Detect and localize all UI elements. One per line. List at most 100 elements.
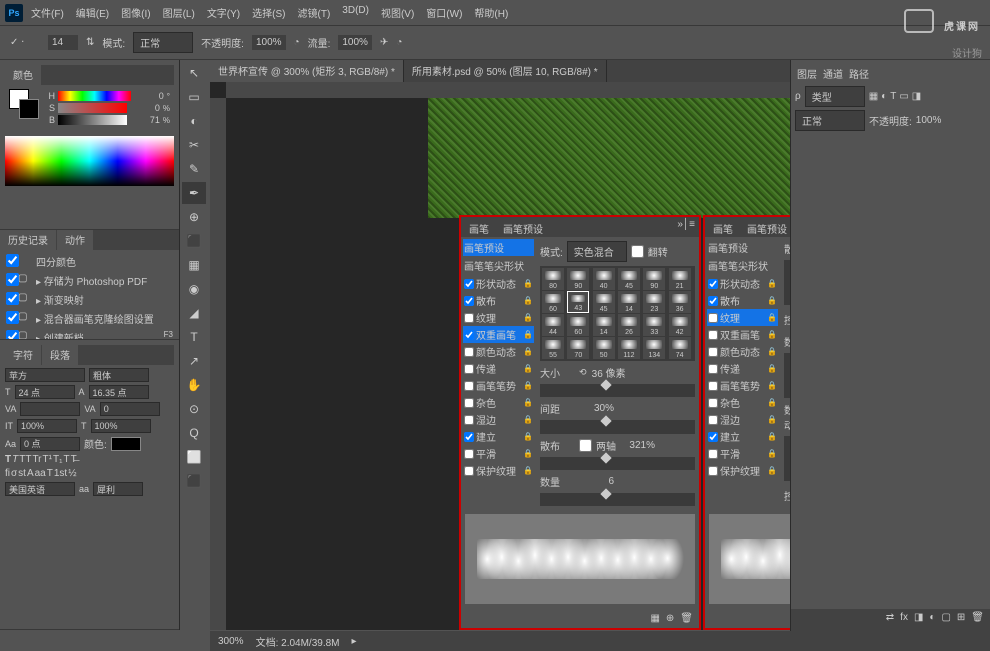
brush-size[interactable]: 14 <box>48 35 78 50</box>
tab-actions[interactable]: 动作 <box>57 230 93 250</box>
brush-tip-row[interactable]: 画笔笔尖形状 <box>463 257 534 274</box>
hue-slider[interactable] <box>58 91 131 101</box>
bri-slider[interactable] <box>58 115 127 125</box>
tool-5[interactable]: ✒ <box>182 182 206 204</box>
doc-tab-1[interactable]: 世界杯宣传 @ 300% (矩形 3, RGB/8#) * <box>210 60 404 82</box>
brush-opt-纹理[interactable]: 纹理🔒 <box>463 309 534 326</box>
brush-thumb[interactable]: 14 <box>593 314 615 336</box>
h-scale[interactable] <box>91 419 151 433</box>
brush-thumb[interactable]: 80 <box>542 268 564 290</box>
v-scale[interactable] <box>17 419 77 433</box>
brush-thumb[interactable]: 50 <box>593 337 615 359</box>
size-slider[interactable] <box>540 384 695 397</box>
bold-button[interactable]: T <box>5 454 11 465</box>
text-color[interactable] <box>111 437 141 451</box>
brush-thumb[interactable]: 60 <box>542 291 564 313</box>
font-size[interactable] <box>15 385 75 399</box>
tool-6[interactable]: ⊕ <box>182 206 206 228</box>
brush-thumb[interactable]: 134 <box>643 337 665 359</box>
tracking[interactable] <box>100 402 160 416</box>
brush-opt-双重画笔[interactable]: 双重画笔🔒 <box>463 326 534 343</box>
tab-layers[interactable]: 图层 <box>797 66 817 81</box>
brush-thumb[interactable]: 42 <box>669 314 691 336</box>
tool-13[interactable]: ✋ <box>182 374 206 396</box>
smallcaps-button[interactable]: Tr <box>32 454 41 465</box>
tool-17[interactable]: ⬛ <box>182 470 206 492</box>
leading[interactable] <box>89 385 149 399</box>
trash-icon[interactable]: 🗑 <box>680 613 693 624</box>
menu-选择(S)[interactable]: 选择(S) <box>246 2 291 23</box>
history-item[interactable]: ▢▸ 渐变映射 <box>2 290 177 309</box>
tab-character[interactable]: 字符 <box>5 345 41 365</box>
history-item[interactable]: ▢▸ 混合器画笔克隆绘图设置 <box>2 309 177 328</box>
tool-11[interactable]: T <box>182 326 206 348</box>
tool-3[interactable]: ✂ <box>182 134 206 156</box>
brush-swap-icon[interactable]: ⇅ <box>86 37 94 48</box>
brush-opt-平滑[interactable]: 平滑🔒 <box>463 445 534 462</box>
brush-thumb[interactable]: 21 <box>669 268 691 290</box>
history-item[interactable]: ▢▸ 创建新档F3 <box>2 328 177 340</box>
brush-thumb[interactable]: 90 <box>643 268 665 290</box>
italic-button[interactable]: T <box>12 454 18 465</box>
tool-1[interactable]: ▭ <box>182 86 206 108</box>
super-button[interactable]: T¹ <box>43 454 52 465</box>
link-icon[interactable]: ⇄ <box>886 612 894 628</box>
spacing-slider[interactable] <box>540 420 695 433</box>
brush-thumb[interactable]: 45 <box>593 291 615 313</box>
mask-icon[interactable]: ◨ <box>914 612 923 628</box>
baseline[interactable] <box>20 437 80 451</box>
brush-thumb[interactable]: 36 <box>669 291 691 313</box>
brush-opt-颜色动态[interactable]: 颜色动态🔒 <box>707 343 778 360</box>
tool-8[interactable]: ▦ <box>182 254 206 276</box>
flip-checkbox[interactable] <box>631 245 644 258</box>
underline-button[interactable]: T <box>63 454 69 465</box>
brush-opt-形状动态[interactable]: 形状动态🔒 <box>463 275 534 292</box>
brush-thumb[interactable]: 14 <box>618 291 640 313</box>
scatter-slider[interactable] <box>540 457 695 470</box>
fx-icon[interactable]: fx <box>900 612 908 628</box>
font-weight[interactable] <box>89 368 149 382</box>
strike-button[interactable]: T̶ <box>71 454 77 465</box>
tool-7[interactable]: ⬛ <box>182 230 206 252</box>
menu-滤镜(T)[interactable]: 滤镜(T) <box>292 2 337 23</box>
brush-thumb[interactable]: 33 <box>643 314 665 336</box>
fg-bg-swatch[interactable] <box>9 89 39 119</box>
brush-opt-散布[interactable]: 散布🔒 <box>463 292 534 309</box>
opacity-value[interactable]: 100% <box>252 35 286 50</box>
font-family[interactable] <box>5 368 85 382</box>
brush-thumb[interactable]: 70 <box>567 337 589 359</box>
tab-history[interactable]: 历史记录 <box>0 230 56 250</box>
fill-icon[interactable]: ◐ <box>929 612 935 628</box>
brush-opt-建立[interactable]: 建立🔒 <box>463 428 534 445</box>
brush-thumb[interactable]: 90 <box>567 268 589 290</box>
tab-color[interactable]: 颜色 <box>5 65 41 85</box>
tab-brush[interactable]: 画笔 <box>465 219 493 235</box>
brush-opt-传递[interactable]: 传递🔒 <box>707 360 778 377</box>
kerning[interactable] <box>20 402 80 416</box>
brush-thumb[interactable]: 45 <box>618 268 640 290</box>
brush-opt-杂色[interactable]: 杂色🔒 <box>707 394 778 411</box>
brush-thumb[interactable]: 112 <box>618 337 640 359</box>
brush-thumb[interactable]: 43 <box>567 291 589 313</box>
tab-paths[interactable]: 路径 <box>849 66 869 81</box>
tab-channels[interactable]: 通道 <box>823 66 843 81</box>
antialiasing[interactable] <box>93 482 143 496</box>
blend-mode[interactable]: 正常 <box>795 110 865 131</box>
history-item[interactable]: ▢▸ 存储为 Photoshop PDF <box>2 271 177 290</box>
mode-dropdown[interactable]: 正常 <box>133 32 193 53</box>
language[interactable] <box>5 482 75 496</box>
pressure-opacity-icon[interactable]: ◔ <box>294 37 300 48</box>
history-item[interactable]: 四分颜色 <box>2 252 177 271</box>
brush-thumb[interactable]: 26 <box>618 314 640 336</box>
brush-opt-颜色动态[interactable]: 颜色动态🔒 <box>463 343 534 360</box>
brush-opt-画笔笔势[interactable]: 画笔笔势🔒 <box>463 377 534 394</box>
menu-文字(Y)[interactable]: 文字(Y) <box>201 2 246 23</box>
brush-thumb[interactable]: 74 <box>669 337 691 359</box>
tool-4[interactable]: ✎ <box>182 158 206 180</box>
tool-9[interactable]: ◉ <box>182 278 206 300</box>
brush-thumb[interactable]: 55 <box>542 337 564 359</box>
pressure-size-icon[interactable]: ◔ <box>396 37 402 48</box>
menu-窗口(W)[interactable]: 窗口(W) <box>420 2 468 23</box>
brush-thumb[interactable]: 40 <box>593 268 615 290</box>
sat-slider[interactable] <box>58 103 127 113</box>
